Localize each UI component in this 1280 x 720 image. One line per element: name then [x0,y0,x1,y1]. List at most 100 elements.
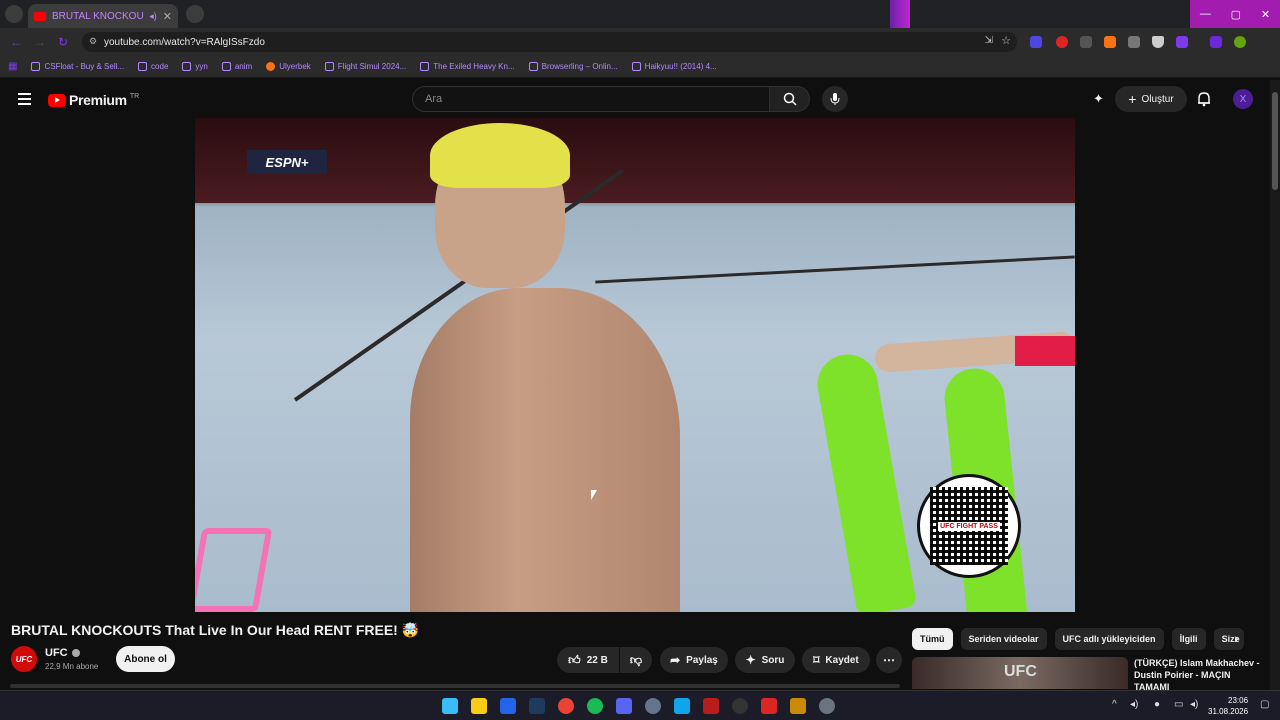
channel-avatar[interactable]: UFC [11,646,37,672]
network-icon[interactable]: ▭ [1174,699,1183,710]
bookmark-item[interactable]: Flight Simul 2024... [324,62,406,71]
clock-date: 31.08.2026 [1208,707,1249,716]
extensions-puzzle-icon[interactable] [1176,36,1188,48]
app-icon[interactable] [703,698,719,714]
voice-search-button[interactable] [822,86,848,112]
discord-icon[interactable] [616,698,632,714]
bookmark-item[interactable]: Browserling – Onlin... [528,62,618,71]
reload-icon[interactable]: ↻ [58,35,68,49]
chevron-right-icon[interactable]: › [1234,630,1239,646]
bookmark-folder[interactable]: anim [221,62,252,71]
bookmark-folder[interactable]: code [138,62,168,71]
extension-icon[interactable] [1104,36,1116,48]
channel-name[interactable]: UFC [45,647,80,659]
new-tab-button[interactable] [186,5,204,23]
subscribe-button[interactable]: Abone ol [116,646,175,672]
bookmark-item[interactable]: The Exiled Heavy Kn... [420,62,515,71]
photos-icon[interactable] [500,698,516,714]
profile-avatar[interactable] [1234,36,1246,48]
related-filter-chips: Tümü Seriden videolar UFC adlı yükleyici… [912,628,1244,650]
chip-related[interactable]: İlgili [1171,628,1206,650]
clock-time: 23:06 [1228,696,1249,705]
notification-icon[interactable]: ▢ [1260,699,1269,710]
close-window-icon[interactable]: ✕ [1261,8,1270,21]
downed-fighter-shorts [1015,336,1075,366]
app-icon[interactable] [732,698,748,714]
more-actions-button[interactable]: ⋯ [876,647,902,673]
spotify-icon[interactable] [587,698,603,714]
qr-label: UFC FIGHT PASS [938,521,1000,531]
apps-grid-icon[interactable]: ▦ [8,61,17,72]
bookmark-star-icon[interactable]: ☆ [1001,34,1011,47]
chip-for-you[interactable]: Size [1213,628,1244,650]
adblock-extension-icon[interactable] [1056,36,1068,48]
search-icon [783,92,797,106]
horizontal-scrollbar[interactable] [10,684,900,688]
volume-icon[interactable]: ◂) [1130,699,1138,710]
extension-icon[interactable] [1080,36,1092,48]
chrome-icon[interactable] [558,698,574,714]
speaker-icon[interactable]: ◂) [1190,699,1198,710]
start-windows-icon[interactable] [442,698,458,714]
bookmark-favicon-icon [631,62,641,71]
search-input[interactable]: Ara [412,86,770,112]
steam-icon[interactable] [529,698,545,714]
save-button[interactable]: ⌑ Kaydet [802,647,870,673]
install-app-icon[interactable]: ⇲ [985,35,993,46]
outlook-icon[interactable] [674,698,690,714]
audio-icon[interactable]: ◂) [149,11,157,22]
menu-icon[interactable] [1210,36,1222,48]
bookmark-folder[interactable]: yyn [182,62,208,71]
system-clock[interactable]: 23:06 31.08.2026 [1208,695,1248,717]
menu-hamburger-icon[interactable] [18,93,31,108]
file-explorer-icon[interactable] [471,698,487,714]
extension-icon[interactable] [1128,36,1140,48]
search-button[interactable] [770,86,810,112]
shield-icon[interactable] [1152,36,1164,48]
bookmark-item[interactable]: Ulyerbek [266,62,311,71]
recommended-title[interactable]: (TÜRKÇE) Islam Makhachev - Dustin Poirie… [1134,657,1264,693]
chip-uploader[interactable]: UFC adlı yükleyiciden [1054,628,1164,650]
plus-icon: + [1128,91,1137,107]
tray-overflow-icon[interactable]: ^ [1112,699,1117,710]
app-icon[interactable] [790,698,806,714]
folder-icon [182,62,192,71]
back-icon[interactable]: ← [10,35,22,49]
bookmark-item[interactable]: Haikyuu!! (2014) 4... [631,62,717,71]
forward-icon[interactable]: → [34,35,46,49]
account-avatar[interactable]: X [1233,89,1253,109]
chip-all[interactable]: Tümü [912,628,953,650]
network-bug: ESPN+ [247,150,327,174]
pink-decal [195,528,273,612]
microphone-icon[interactable]: ● [1154,699,1160,710]
bookmarks-bar: ▦ CSFloat - Buy & Sell... code yyn anim … [0,56,1280,78]
workspace-button[interactable] [5,5,23,23]
app-icon[interactable] [645,698,661,714]
site-info-icon[interactable]: ⚙ [89,36,97,47]
tab-close-icon[interactable]: ✕ [163,10,172,23]
page-scrollbar[interactable] [1270,80,1280,690]
chip-series[interactable]: Seriden videolar [960,628,1047,650]
maximize-icon[interactable]: ▢ [1231,8,1241,21]
notifications-bell-icon[interactable] [1197,91,1211,107]
video-player[interactable]: ESPN+ UFC FIGHT PASS [195,118,1075,612]
bookmark-favicon-icon [31,62,41,71]
extension-icon[interactable] [1030,36,1042,48]
fighter-torso [410,288,680,612]
bookmark-item[interactable]: CSFloat - Buy & Sell... [31,62,124,71]
create-button[interactable]: + Oluştur [1115,86,1187,112]
share-button[interactable]: ➦ Paylaş [660,647,728,673]
recommended-thumbnail[interactable] [912,657,1128,689]
gemini-sparkle-icon[interactable]: ✦ [1093,91,1104,107]
youtube-premium-logo[interactable]: Premium TR [48,92,139,108]
url-field[interactable]: ⚙ youtube.com/watch?v=RAlgISsFzdo ⇲ ☆ [82,32,1017,52]
like-button[interactable]: 👍︎ 22 B [557,647,619,673]
ask-button[interactable]: ✦ Soru [735,647,795,673]
dislike-button[interactable]: 👎︎ [620,647,652,673]
scrollbar-thumb[interactable] [1272,92,1278,190]
settings-gear-icon[interactable] [819,698,835,714]
minimize-icon[interactable]: — [1200,8,1211,20]
app-icon[interactable] [761,698,777,714]
bookmark-favicon-icon [266,62,276,71]
browser-tab-active[interactable]: BRUTAL KNOCKOUTS That ◂) ✕ [28,4,178,28]
